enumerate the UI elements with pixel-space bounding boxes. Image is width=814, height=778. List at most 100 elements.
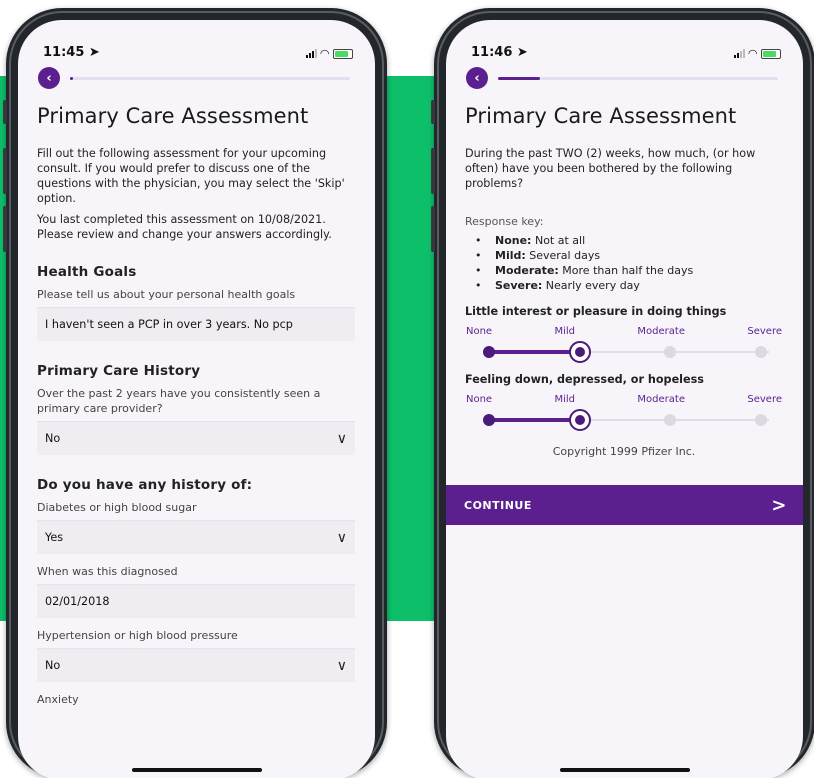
volume-up-button <box>431 148 435 194</box>
status-icons: ◠ <box>733 47 781 60</box>
scale-label-none: None <box>466 326 493 337</box>
response-key-item: Mild: Several days <box>473 248 783 263</box>
health-goals-input[interactable]: I haven't seen a PCP in over 3 years. No… <box>37 307 355 341</box>
home-indicator <box>131 768 262 772</box>
diagnosed-label: When was this diagnosed <box>37 565 178 578</box>
scale-label-moderate: Moderate <box>637 326 685 337</box>
nav-bar: ‹ <box>18 66 375 90</box>
back-icon: ‹ <box>46 70 52 86</box>
mute-switch <box>3 100 7 124</box>
primary-care-history-select[interactable]: No ∨ <box>37 421 355 455</box>
screen-left: 11:45 ➤ ◠ ‹ Primary Care Assessment Fill… <box>18 20 375 778</box>
continue-button[interactable]: CONTINUE > <box>446 485 803 525</box>
left-content[interactable]: Primary Care Assessment Fill out the fol… <box>18 104 375 707</box>
volume-up-button <box>3 148 7 194</box>
diabetes-value: Yes <box>45 531 64 544</box>
slider-track-fill <box>489 350 580 354</box>
response-key-item: Severe: Nearly every day <box>473 278 783 293</box>
chevron-down-icon: ∨ <box>336 657 347 674</box>
page-title: Primary Care Assessment <box>465 104 737 128</box>
slider-option-moderate[interactable] <box>664 346 677 358</box>
progress-fill <box>70 76 73 80</box>
history-heading: Do you have any history of: <box>37 477 253 493</box>
status-bar: 11:46 ➤ ◠ <box>446 20 803 66</box>
chevron-down-icon: ∨ <box>336 529 347 546</box>
intro-text: Fill out the following assessment for yo… <box>37 147 345 205</box>
intro-text: During the past TWO (2) weeks, how much,… <box>465 147 756 190</box>
slider-option-none[interactable] <box>483 346 495 358</box>
diagnosed-date-input[interactable]: 02/01/2018 <box>37 584 355 618</box>
signal-icon <box>733 49 745 58</box>
wifi-icon: ◠ <box>320 47 329 60</box>
chevron-right-icon: > <box>771 494 787 516</box>
status-time: 11:46 ➤ <box>471 45 528 60</box>
battery-icon <box>761 48 781 59</box>
progress-bar <box>498 76 778 80</box>
slider-option-severe[interactable] <box>755 414 767 426</box>
signal-icon <box>305 49 317 58</box>
diabetes-label: Diabetes or high blood sugar <box>37 501 197 514</box>
chevron-down-icon: ∨ <box>336 430 347 447</box>
primary-care-history-label: Over the past 2 years have you consisten… <box>37 387 321 415</box>
volume-down-button <box>431 206 435 252</box>
question-2-scale-labels: None Mild Moderate Severe <box>465 394 783 405</box>
continue-label: CONTINUE <box>464 498 532 512</box>
question-2-slider[interactable] <box>481 407 777 433</box>
hypertension-select[interactable]: No ∨ <box>37 648 355 682</box>
screen-right: 11:46 ➤ ◠ ‹ Primary Care Assessment Duri… <box>446 20 803 778</box>
back-button[interactable]: ‹ <box>466 67 488 89</box>
slider-track-fill <box>489 418 580 422</box>
phone-left: 11:45 ➤ ◠ ‹ Primary Care Assessment Fill… <box>3 8 387 778</box>
health-goals-heading: Health Goals <box>37 264 137 280</box>
page-title: Primary Care Assessment <box>37 104 309 128</box>
health-goals-label: Please tell us about your personal healt… <box>37 288 296 301</box>
home-indicator <box>559 768 690 772</box>
scale-label-mild: Mild <box>554 326 576 337</box>
diabetes-select[interactable]: Yes ∨ <box>37 520 355 554</box>
question-1-slider[interactable] <box>481 339 777 365</box>
slider-option-none[interactable] <box>483 414 495 426</box>
scale-label-severe: Severe <box>747 326 782 337</box>
slider-option-severe[interactable] <box>755 346 767 358</box>
wifi-icon: ◠ <box>748 47 757 60</box>
anxiety-label: Anxiety <box>37 693 79 706</box>
status-icons: ◠ <box>305 47 353 60</box>
primary-care-history-heading: Primary Care History <box>37 363 201 379</box>
battery-icon <box>333 48 353 59</box>
progress-fill <box>498 76 540 80</box>
question-1-scale-labels: None Mild Moderate Severe <box>465 326 783 337</box>
last-completed-text: You last completed this assessment on 10… <box>37 213 332 241</box>
question-2-title: Feeling down, depressed, or hopeless <box>465 373 704 386</box>
hypertension-value: No <box>45 659 61 672</box>
response-key-title: Response key: <box>465 215 544 228</box>
nav-bar: ‹ <box>446 66 803 90</box>
right-content[interactable]: Primary Care Assessment During the past … <box>446 104 803 458</box>
response-key-item: None: Not at all <box>473 233 783 248</box>
question-1-title: Little interest or pleasure in doing thi… <box>465 305 727 318</box>
copyright-text: Copyright 1999 Pfizer Inc. <box>552 445 696 458</box>
back-button[interactable]: ‹ <box>38 67 60 89</box>
scale-label-moderate: Moderate <box>637 394 685 405</box>
diagnosed-date-value: 02/01/2018 <box>45 595 110 608</box>
location-arrow-icon: ➤ <box>516 45 528 60</box>
hypertension-label: Hypertension or high blood pressure <box>37 629 238 642</box>
scale-label-mild: Mild <box>554 394 576 405</box>
slider-option-mild[interactable] <box>568 341 591 363</box>
stage: 11:45 ➤ ◠ ‹ Primary Care Assessment Fill… <box>0 0 814 778</box>
volume-down-button <box>3 206 7 252</box>
status-bar: 11:45 ➤ ◠ <box>18 20 375 66</box>
primary-care-history-value: No <box>45 432 61 445</box>
progress-bar <box>70 76 350 80</box>
health-goals-value: I haven't seen a PCP in over 3 years. No… <box>45 318 293 331</box>
response-key-item: Moderate: More than half the days <box>473 263 783 278</box>
status-time: 11:45 ➤ <box>43 45 100 60</box>
mute-switch <box>431 100 435 124</box>
phone-right: 11:46 ➤ ◠ ‹ Primary Care Assessment Duri… <box>431 8 814 778</box>
scale-label-none: None <box>466 394 493 405</box>
response-key-list: None: Not at all Mild: Several days Mode… <box>473 233 783 293</box>
location-arrow-icon: ➤ <box>88 45 100 60</box>
scale-label-severe: Severe <box>747 394 782 405</box>
slider-option-mild[interactable] <box>568 409 591 431</box>
back-icon: ‹ <box>474 70 480 86</box>
slider-option-moderate[interactable] <box>664 414 677 426</box>
